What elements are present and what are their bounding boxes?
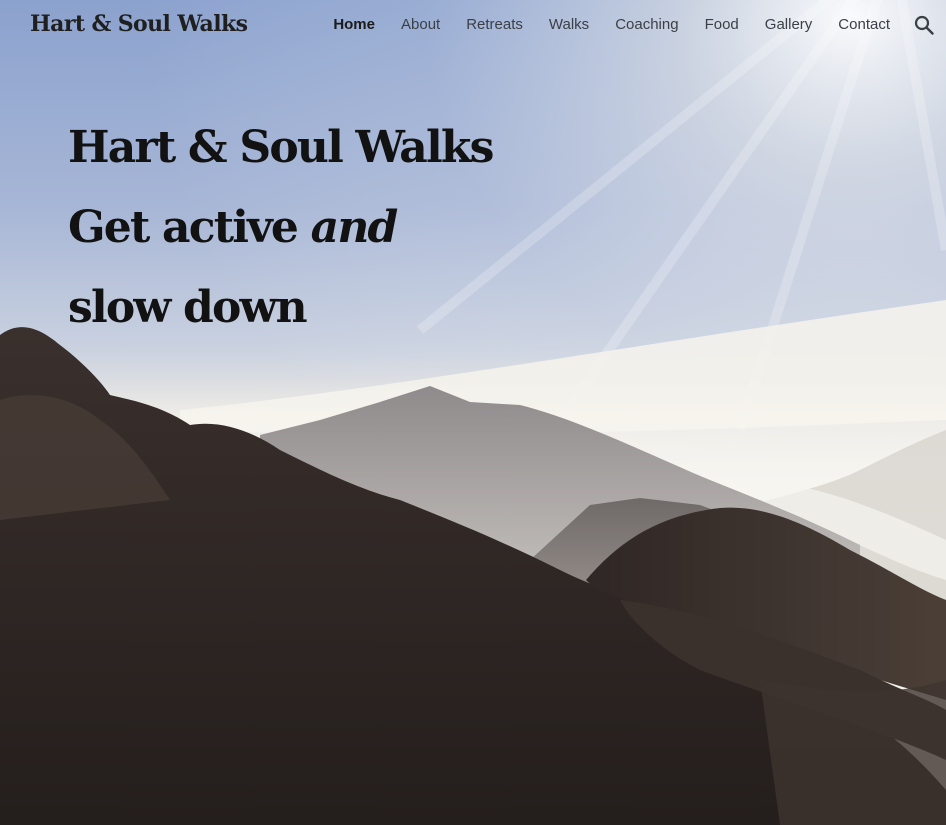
- hero-headline: Hart & Soul Walks Get active and slow do…: [68, 108, 508, 348]
- nav-item-walks[interactable]: Walks: [549, 16, 589, 33]
- hero-tagline-emphasis: and: [310, 202, 399, 253]
- hero-tagline-start: Get active: [68, 202, 311, 253]
- nav-item-coaching[interactable]: Coaching: [615, 16, 678, 33]
- nav-item-home[interactable]: Home: [333, 16, 375, 33]
- main-nav: Home About Retreats Walks Coaching Food …: [333, 16, 890, 33]
- search-button[interactable]: [914, 15, 934, 35]
- site-title-link[interactable]: Hart & Soul Walks: [30, 11, 248, 37]
- page: Hart & Soul Walks Home About Retreats Wa…: [0, 0, 946, 825]
- nav-item-gallery[interactable]: Gallery: [765, 16, 813, 33]
- nav-item-food[interactable]: Food: [705, 16, 739, 33]
- site-header: Hart & Soul Walks Home About Retreats Wa…: [0, 0, 946, 54]
- search-icon: [914, 15, 934, 35]
- nav-item-contact[interactable]: Contact: [838, 16, 890, 33]
- hero-tagline-end: slow down: [68, 282, 308, 333]
- nav-item-about[interactable]: About: [401, 16, 440, 33]
- nav-item-retreats[interactable]: Retreats: [466, 16, 523, 33]
- hero-title: Hart & Soul Walks: [68, 122, 494, 173]
